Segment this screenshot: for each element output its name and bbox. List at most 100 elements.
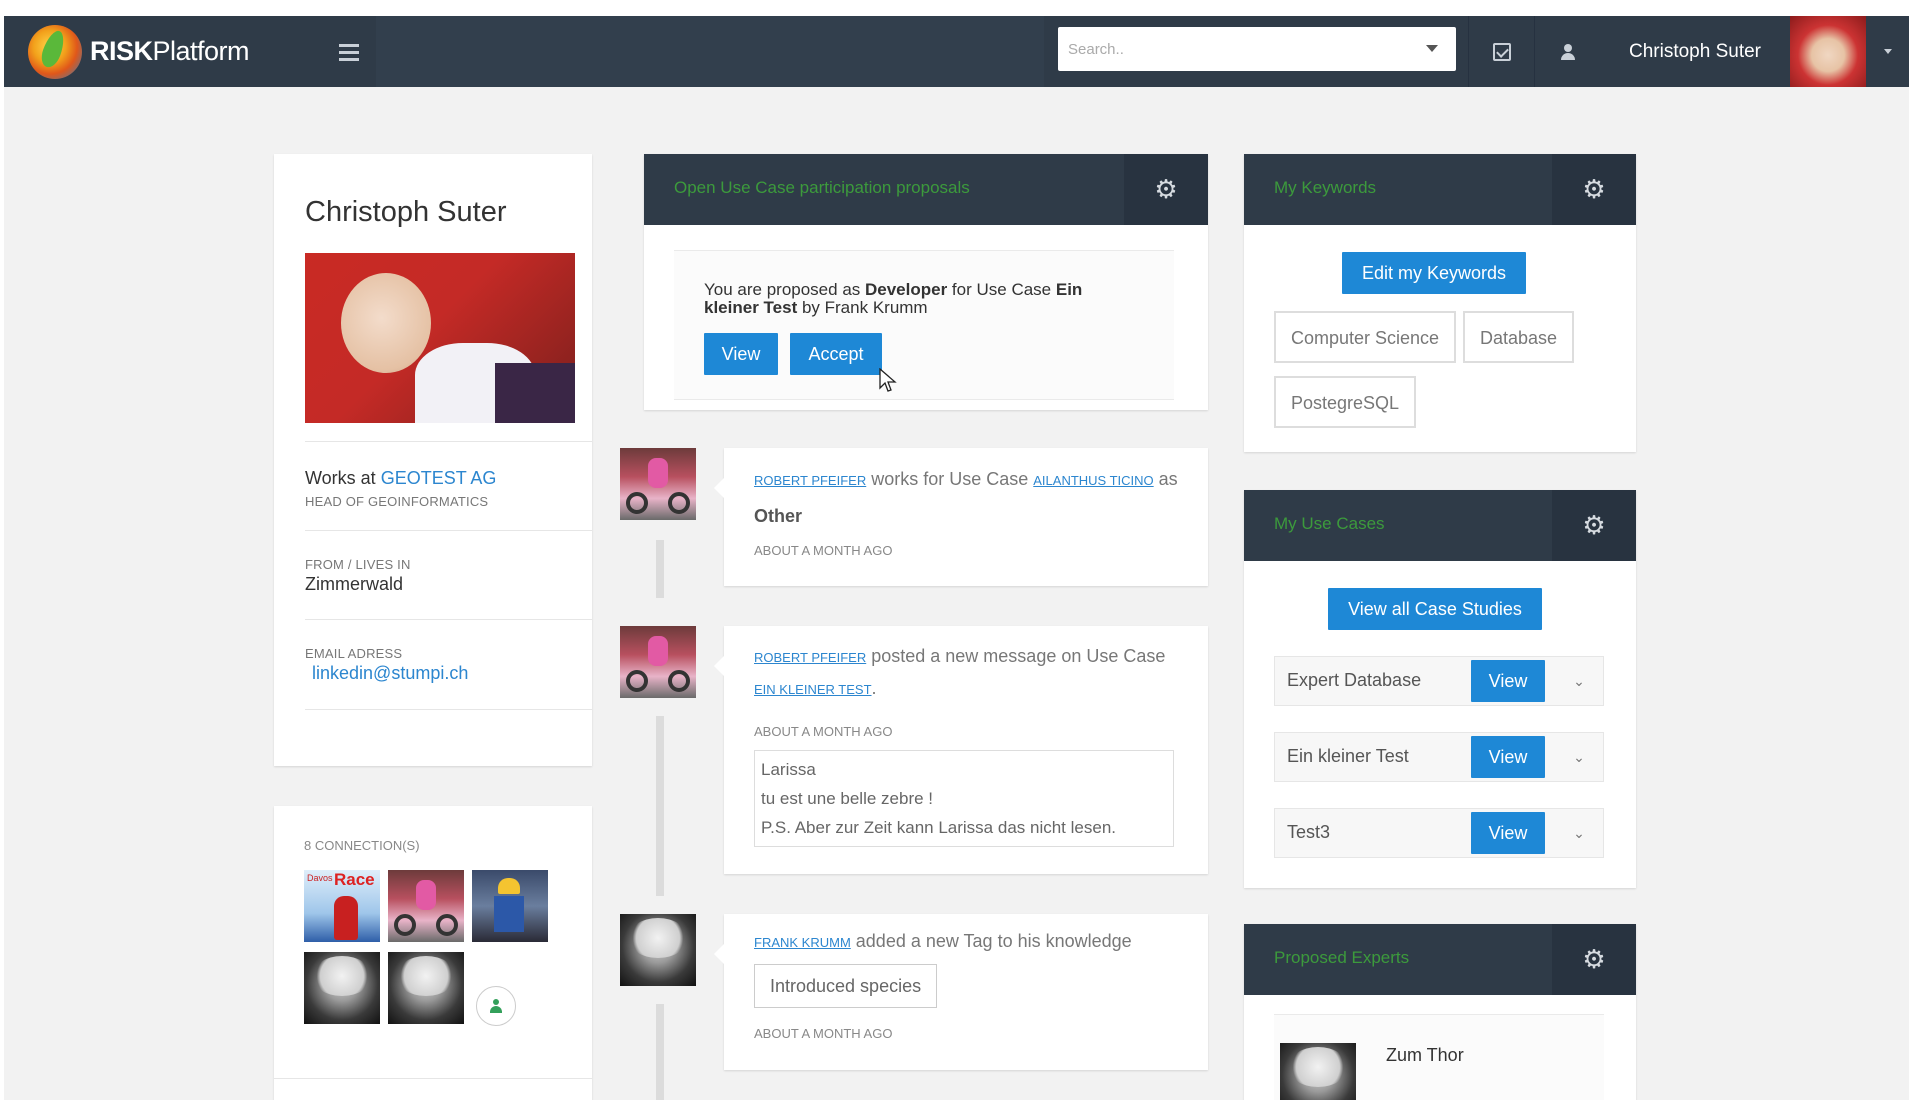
account-dropdown-button[interactable] — [1866, 16, 1909, 87]
panel-header: My Keywords ⚙ — [1244, 154, 1636, 225]
brand-logo[interactable]: RISKPlatform — [4, 16, 314, 87]
connections-card: 8 CONNECTION(S) Davos Race — [274, 806, 592, 1100]
keyword-tag[interactable]: Database — [1463, 311, 1575, 363]
keywords-panel: My Keywords ⚙ Edit my Keywords Computer … — [1244, 154, 1636, 452]
usecase-view-button[interactable]: View — [1471, 660, 1545, 702]
timeline-card: ROBERT PFEIFER posted a new message on U… — [714, 626, 1208, 874]
navbar-spacer — [376, 16, 1044, 87]
keyword-tag[interactable]: PostegreSQL — [1274, 376, 1417, 428]
profile-card: Christoph Suter Works at GEOTEST AG HEAD… — [274, 154, 592, 766]
view-all-case-studies-button[interactable]: View all Case Studies — [1328, 588, 1542, 630]
expert-avatar[interactable] — [1280, 1043, 1356, 1100]
from-label: FROM / LIVES IN — [305, 557, 411, 572]
gear-icon[interactable]: ⚙ — [1552, 154, 1636, 225]
expert-row: Zum Thor — [1274, 1014, 1604, 1100]
usecases-panel: My Use Cases ⚙ View all Case Studies Exp… — [1244, 490, 1636, 888]
profile-photo — [305, 253, 575, 423]
divider — [274, 1078, 592, 1079]
message-line: Larissa — [761, 760, 816, 779]
usecase-name: Test3 — [1287, 822, 1331, 842]
timeline-line — [656, 540, 664, 598]
timeline-line — [656, 716, 664, 896]
panel-title: My Keywords — [1274, 178, 1377, 197]
chevron-down-icon[interactable]: ⌄ — [1553, 733, 1605, 781]
add-user-icon — [490, 999, 502, 1013]
search-box[interactable] — [1058, 27, 1456, 71]
brand-name: RISKPlatform — [90, 36, 250, 66]
timeline-avatar[interactable] — [620, 448, 696, 520]
timeline-avatar[interactable] — [620, 914, 696, 986]
usecase-view-button[interactable]: View — [1471, 736, 1545, 778]
actor-link[interactable]: ROBERT PFEIFER — [754, 650, 866, 665]
chevron-down-icon[interactable]: ⌄ — [1553, 657, 1605, 705]
timeline-role: Other — [754, 506, 803, 526]
connection-avatar[interactable] — [388, 870, 464, 942]
connection-avatar[interactable] — [388, 952, 464, 1024]
top-navbar: RISKPlatform Christoph Suter — [4, 16, 1909, 87]
usecase-name: Ein kleiner Test — [1287, 746, 1409, 766]
nav-username[interactable]: Christoph Suter — [1600, 16, 1790, 87]
search-dropdown-caret-icon[interactable] — [1426, 45, 1438, 52]
usecase-row: Expert Database View ⌄ — [1274, 656, 1604, 706]
actor-link[interactable]: FRANK KRUMM — [754, 935, 851, 950]
usecase-row: Test3 View ⌄ — [1274, 808, 1604, 858]
usecase-view-button[interactable]: View — [1471, 812, 1545, 854]
usecase-link[interactable]: AILANTHUS TICINO — [1033, 473, 1153, 488]
add-connection-button[interactable] — [476, 986, 516, 1026]
menu-toggle-button[interactable] — [322, 16, 376, 87]
timeline-text: ROBERT PFEIFER works for Use Case AILANT… — [754, 469, 1178, 489]
experts-panel: Proposed Experts ⚙ Zum Thor — [1244, 924, 1636, 1100]
profile-name: Christoph Suter — [305, 196, 507, 228]
connection-avatar[interactable] — [304, 952, 380, 1024]
search-area — [1044, 16, 1462, 87]
tasks-check-icon — [1492, 42, 1511, 61]
timeline-time: ABOUT A MONTH AGO — [754, 1026, 893, 1041]
actor-link[interactable]: ROBERT PFEIFER — [754, 473, 866, 488]
message-line: tu est une belle zebre ! — [761, 789, 934, 808]
menu-icon — [339, 43, 359, 61]
keyword-tag[interactable]: Computer Science — [1274, 311, 1457, 363]
divider — [305, 619, 592, 620]
divider — [305, 530, 592, 531]
works-at: Works at GEOTEST AG — [305, 468, 497, 488]
timeline-avatar[interactable] — [620, 626, 696, 698]
gear-icon[interactable]: ⚙ — [1552, 490, 1636, 561]
panel-header: Proposed Experts ⚙ — [1244, 924, 1636, 995]
connection-avatar[interactable] — [472, 870, 548, 942]
panel-title: Open Use Case participation proposals — [674, 178, 970, 197]
caret-down-icon — [1883, 49, 1892, 54]
gear-icon[interactable]: ⚙ — [1124, 154, 1208, 225]
timeline-time: ABOUT A MONTH AGO — [754, 543, 893, 558]
mouse-cursor-icon — [879, 368, 897, 392]
divider — [305, 709, 592, 710]
knowledge-tag[interactable]: Introduced species — [754, 964, 938, 1008]
proposals-panel: Open Use Case participation proposals ⚙ … — [644, 154, 1208, 410]
timeline-card: ROBERT PFEIFER works for Use Case AILANT… — [714, 448, 1208, 586]
proposal-view-button[interactable]: View — [704, 333, 778, 375]
edit-keywords-button[interactable]: Edit my Keywords — [1342, 252, 1526, 294]
proposal-text: You are proposed as Developer for Use Ca… — [704, 280, 1083, 317]
usecase-row: Ein kleiner Test View ⌄ — [1274, 732, 1604, 782]
from-value: Zimmerwald — [305, 574, 404, 594]
chevron-down-icon[interactable]: ⌄ — [1553, 809, 1605, 857]
connection-avatar[interactable]: Davos Race — [304, 870, 380, 942]
user-menu-button[interactable] — [1534, 16, 1600, 87]
email-link[interactable]: linkedin@stumpi.ch — [312, 663, 468, 684]
timeline-text: FRANK KRUMM added a new Tag to his knowl… — [754, 931, 1132, 951]
timeline-line — [656, 1004, 664, 1100]
search-input[interactable] — [1068, 37, 1408, 61]
email-label: EMAIL ADRESS — [305, 646, 403, 661]
timeline-time: ABOUT A MONTH AGO — [754, 724, 893, 739]
position-label: HEAD OF GEOINFORMATICS — [305, 494, 489, 509]
expert-name[interactable]: Zum Thor — [1386, 1045, 1464, 1066]
proposal-item: You are proposed as Developer for Use Ca… — [674, 250, 1174, 400]
panel-title: Proposed Experts — [1274, 948, 1410, 967]
tasks-button[interactable] — [1468, 16, 1534, 87]
page: RISKPlatform Christoph Suter Christoph S… — [4, 16, 1909, 1100]
nav-avatar[interactable] — [1790, 16, 1866, 87]
company-link[interactable]: GEOTEST AG — [381, 468, 497, 488]
timeline-card: FRANK KRUMM added a new Tag to his knowl… — [714, 914, 1208, 1070]
usecase-link[interactable]: EIN KLEINER TEST — [754, 682, 872, 697]
gear-icon[interactable]: ⚙ — [1552, 924, 1636, 995]
proposal-accept-button[interactable]: Accept — [790, 333, 882, 375]
